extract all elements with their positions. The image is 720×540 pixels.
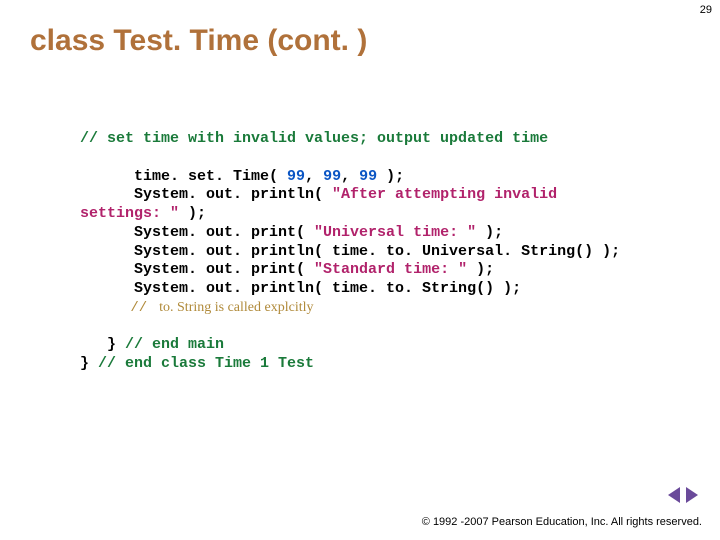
literal-num: 99 — [323, 168, 341, 185]
code-text: , — [305, 168, 323, 185]
literal-string: "After attempting invalid — [332, 186, 557, 203]
note-slashes: // — [80, 300, 156, 316]
slide-title: class Test. Time (cont. ) — [30, 24, 367, 58]
code-block: // set time with invalid values; output … — [80, 130, 690, 374]
page-number: 29 — [700, 4, 712, 16]
literal-string: "Standard time: " — [314, 261, 467, 278]
prev-slide-icon[interactable] — [668, 487, 680, 503]
literal-string: "Universal time: " — [314, 224, 476, 241]
code-text: ); — [179, 205, 206, 222]
next-slide-icon[interactable] — [686, 487, 698, 503]
code-text: , — [341, 168, 359, 185]
nav-controls — [666, 487, 698, 508]
code-text: } — [80, 336, 125, 353]
note-line: // to. String is called explcitly — [80, 300, 314, 315]
comment-line: // end main — [125, 336, 224, 353]
literal-num: 99 — [287, 168, 305, 185]
code-text: System. out. println( time. to. Universa… — [80, 243, 620, 260]
code-text: System. out. print( — [80, 261, 314, 278]
literal-string: settings: " — [80, 205, 179, 222]
code-text: time. set. Time( — [80, 168, 287, 185]
comment-line: // end class Time 1 Test — [98, 355, 314, 372]
note-text: to. String is called explcitly — [156, 300, 314, 315]
literal-num: 99 — [359, 168, 377, 185]
code-text: ); — [476, 224, 503, 241]
comment-line: // set time with invalid values; output … — [80, 130, 548, 147]
code-text: System. out. println( time. to. String()… — [80, 280, 521, 297]
code-text: ); — [377, 168, 404, 185]
code-text: System. out. print( — [80, 224, 314, 241]
copyright-footer: © 1992 -2007 Pearson Education, Inc. All… — [422, 516, 702, 528]
code-text: System. out. println( — [80, 186, 332, 203]
code-text: ); — [467, 261, 494, 278]
code-text: } — [80, 355, 98, 372]
